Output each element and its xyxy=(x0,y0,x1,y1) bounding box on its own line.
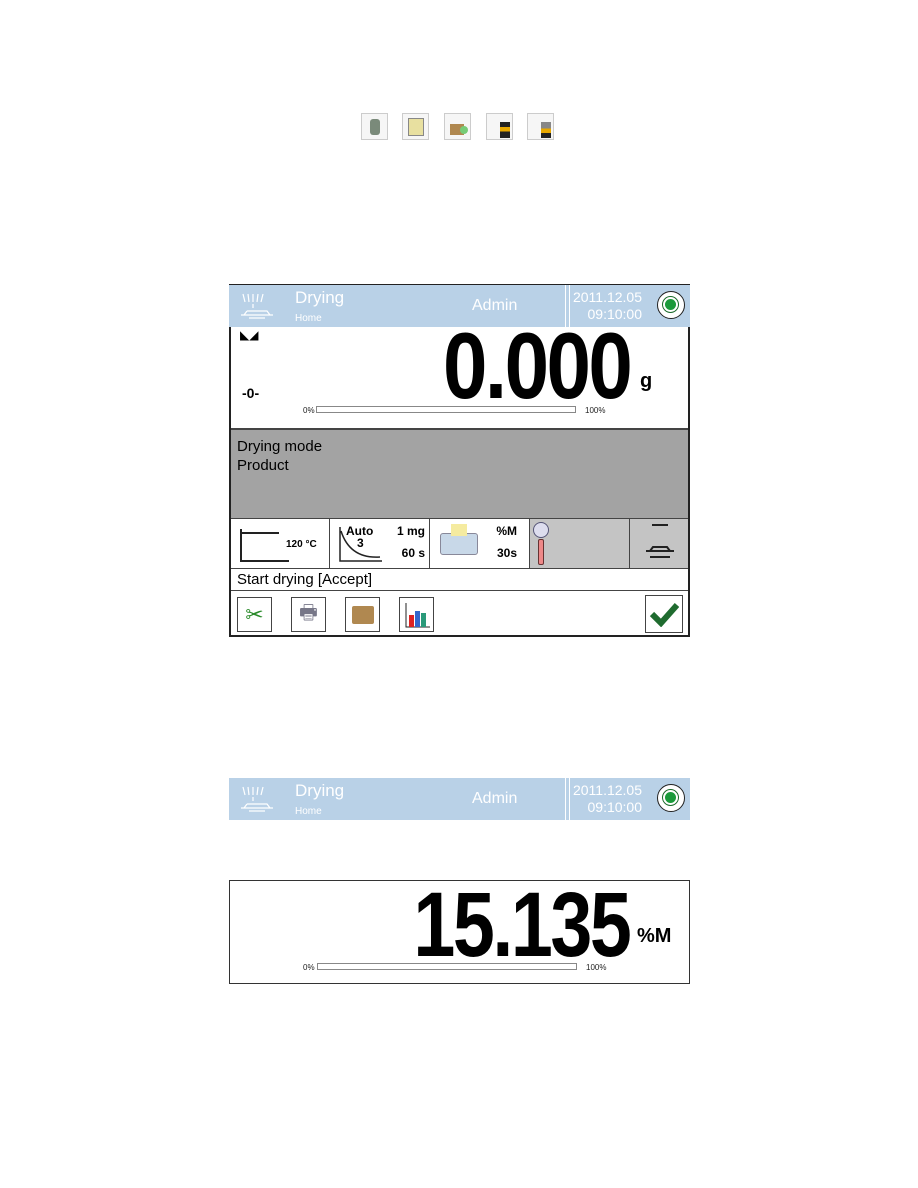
mass-change: 1 mg xyxy=(396,524,425,538)
bar-max: 100% xyxy=(585,406,606,415)
info-line-product: Product xyxy=(237,457,289,474)
drying-printouts-button[interactable]: 🖶 xyxy=(291,597,326,632)
stability-marker: ◣◢ xyxy=(240,328,259,342)
weight-value: 0.000 xyxy=(442,313,633,418)
temperature-profile-icon xyxy=(240,529,289,562)
printout-widget[interactable]: %M 30s xyxy=(430,519,530,569)
settings-button[interactable]: ✂ xyxy=(237,597,272,632)
time-interval: 60 s xyxy=(401,546,425,560)
product-database-icon[interactable] xyxy=(444,113,471,140)
breadcrumb: Home xyxy=(295,313,322,324)
result-value: 15.135 xyxy=(413,874,631,976)
settings-icon: ✂ xyxy=(245,601,264,627)
drying-chart-icon xyxy=(405,602,430,627)
product-database-icon xyxy=(351,605,374,624)
info-line-mode: Drying mode xyxy=(237,438,323,455)
drying-chart-button[interactable] xyxy=(399,597,434,632)
temperature-profile-widget[interactable]: 120 °C xyxy=(231,519,330,569)
header-bar-2: Drying Home Admin 2011.12.05 09:10:00 xyxy=(229,778,690,820)
clock-icon xyxy=(533,522,549,538)
printout-footer-icon[interactable] xyxy=(527,113,554,140)
result-panel: 15.135 %M 0% 100% xyxy=(229,875,690,984)
program-icon[interactable] xyxy=(402,113,429,140)
mode-title: Drying xyxy=(295,288,345,307)
drying-logo-icon xyxy=(241,293,273,319)
drying-printouts-icon: 🖶 xyxy=(299,601,318,624)
date: 2011.12.05 xyxy=(572,289,642,305)
toolbar: ✂ 🖶 xyxy=(231,591,688,635)
breadcrumb: Home xyxy=(295,806,322,817)
temperature-value: 120 °C xyxy=(286,539,317,550)
status-indicator-icon[interactable] xyxy=(657,291,685,319)
thermometer-icon xyxy=(538,539,544,565)
status-bar: 120 °C Auto 3 1 mg 60 s %M 30s xyxy=(231,518,688,569)
accept-button[interactable] xyxy=(645,595,683,633)
weight-unit: g xyxy=(640,370,653,392)
progress-bar xyxy=(316,406,576,413)
date: 2011.12.05 xyxy=(572,782,642,798)
progress-bar xyxy=(317,963,577,970)
info-panel: Drying mode Product xyxy=(231,428,688,518)
printout-header-icon[interactable] xyxy=(486,113,513,140)
product-database-button[interactable] xyxy=(345,597,380,632)
finish-mode-value: 3 xyxy=(357,536,364,550)
zero-indicator: -0- xyxy=(242,385,260,401)
divider xyxy=(565,778,570,820)
checkmark-icon xyxy=(649,603,679,627)
operator-icon[interactable] xyxy=(361,113,388,140)
finish-mode-widget[interactable]: Auto 3 1 mg 60 s xyxy=(330,519,430,569)
sensor-widget xyxy=(530,519,630,569)
user-name[interactable]: Admin xyxy=(472,790,517,808)
prompt-text: Start drying [Accept] xyxy=(237,571,373,588)
weighing-pan-icon xyxy=(646,524,674,558)
printer-icon xyxy=(440,524,478,555)
bar-max: 100% xyxy=(586,963,607,972)
pan-status-widget xyxy=(630,519,688,569)
drying-logo-icon xyxy=(241,786,273,812)
bar-min: 0% xyxy=(303,963,315,972)
bar-min: 0% xyxy=(303,406,315,415)
mode-title: Drying xyxy=(295,781,345,800)
result-unit: %M xyxy=(637,925,672,947)
print-unit: %M xyxy=(496,524,517,538)
status-indicator-icon[interactable] xyxy=(657,784,685,812)
time: 09:10:00 xyxy=(587,799,643,815)
datetime: 2011.12.05 09:10:00 xyxy=(573,782,642,816)
print-interval: 30s xyxy=(496,546,517,560)
prompt-bar: Start drying [Accept] xyxy=(231,568,688,591)
